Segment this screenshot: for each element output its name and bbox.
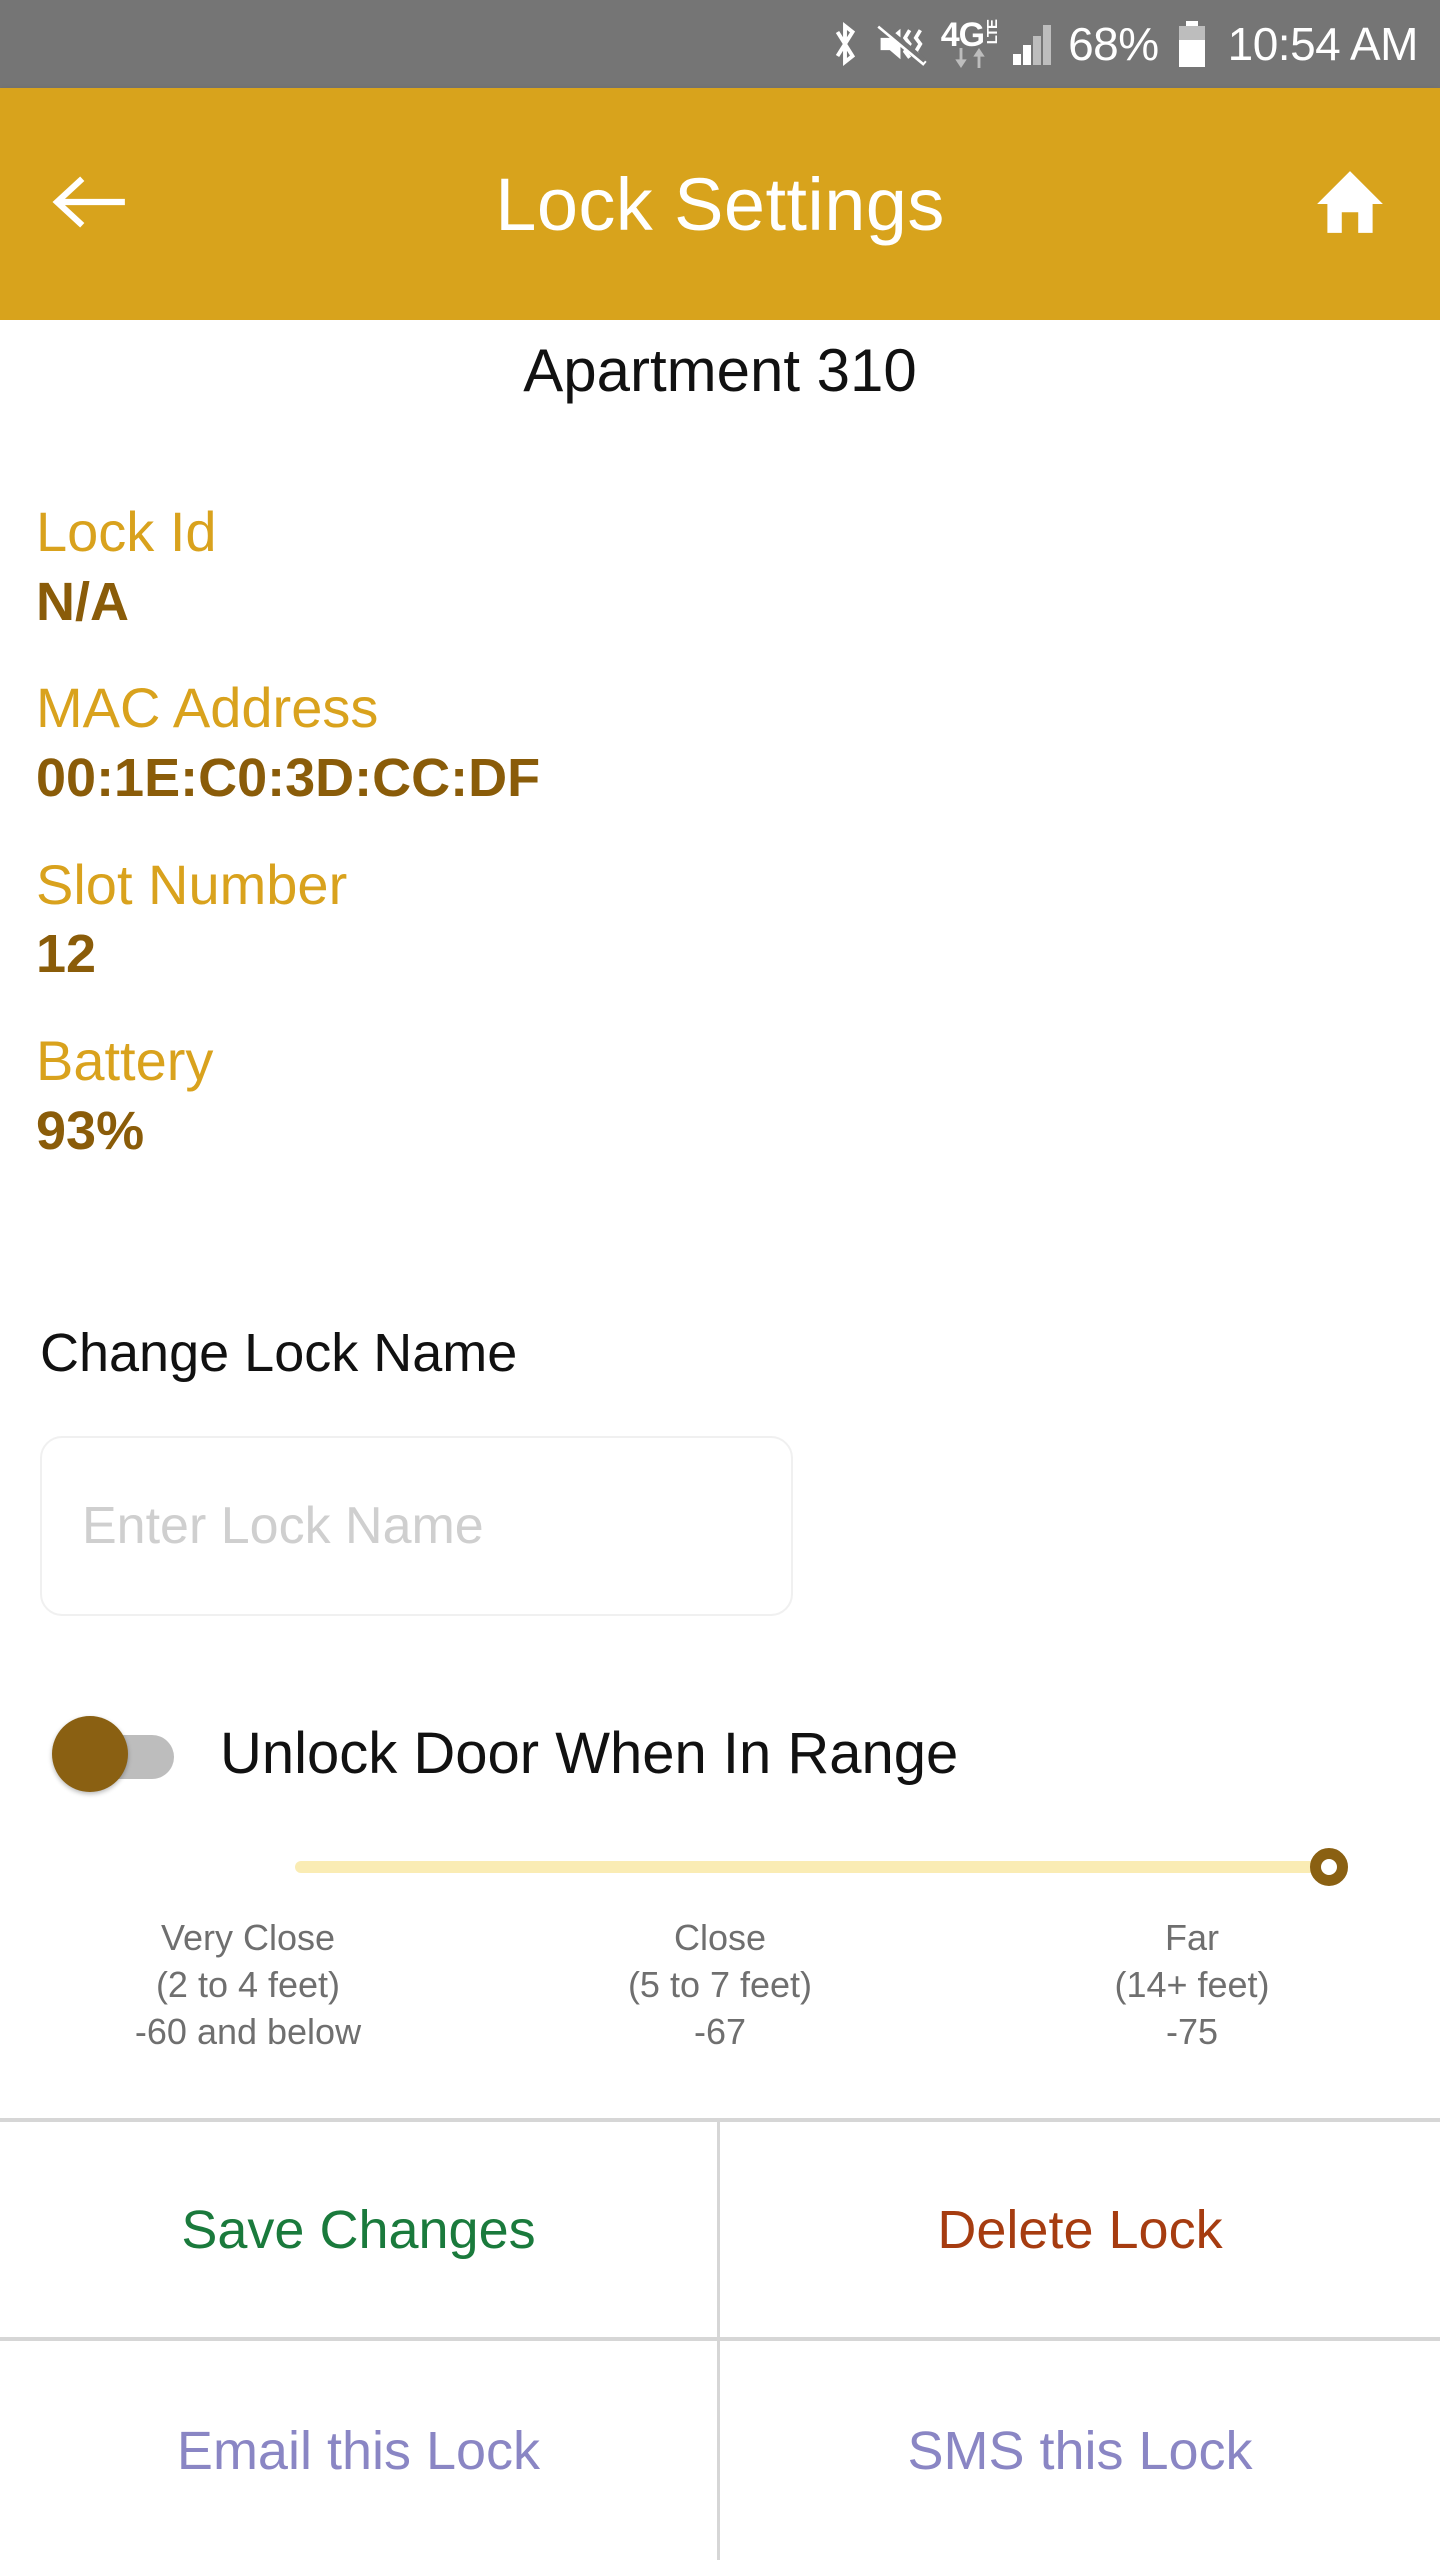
range-title: Close [673, 1917, 767, 1959]
save-changes-button[interactable]: Save Changes [0, 2122, 720, 2341]
bluetooth-icon [827, 19, 863, 69]
unlock-in-range-toggle[interactable] [52, 1715, 174, 1792]
lock-name-title: Apartment 310 [523, 337, 917, 404]
lock-id-label: Lock Id [36, 500, 217, 563]
page-title: Lock Settings [495, 162, 945, 246]
mac-address-value: 00:1E:C0:3D:CC:DF [36, 747, 541, 808]
range-legend-close: Close (5 to 7 feet) -67 [484, 1915, 956, 2055]
info-row-slot-number: Slot Number 12 [36, 852, 1440, 986]
range-slider[interactable] [0, 1831, 1440, 1901]
range-title: Far [1165, 1917, 1219, 1959]
back-button[interactable] [0, 171, 180, 238]
info-row-mac-address: MAC Address 00:1E:C0:3D:CC:DF [36, 677, 1440, 809]
battery-label: Battery [36, 1028, 214, 1092]
battery-icon [1178, 21, 1205, 67]
range-title: Very Close [160, 1917, 336, 1959]
range-rssi: -60 and below [134, 2010, 362, 2052]
vibrate-mute-icon [876, 20, 928, 68]
network-type-icon: 4G LTE [940, 15, 1002, 69]
unlock-in-range-label: Unlock Door When In Range [220, 1721, 959, 1787]
slot-number-label: Slot Number [36, 852, 348, 916]
battery-value: 93% [36, 1100, 145, 1161]
arrow-left-icon [51, 171, 129, 238]
network-sub-label: LTE [984, 19, 1002, 44]
change-lock-name-heading: Change Lock Name [40, 1323, 518, 1384]
battery-percent-label: 68% [1068, 18, 1159, 70]
range-distance: (2 to 4 feet) [155, 1963, 341, 2005]
range-rssi: -75 [1165, 2010, 1219, 2052]
range-distance: (5 to 7 feet) [627, 1963, 813, 2005]
app-bar: Lock Settings [0, 88, 1440, 320]
home-button[interactable] [1260, 167, 1440, 242]
network-type-label: 4G [940, 15, 985, 54]
delete-lock-button[interactable]: Delete Lock [720, 2122, 1440, 2341]
info-row-battery: Battery 93% [36, 1028, 1440, 1162]
slot-number-value: 12 [36, 924, 97, 985]
signal-bars-icon [1013, 23, 1052, 65]
action-button-grid: Save Changes Delete Lock Email this Lock… [0, 2118, 1440, 2560]
info-row-lock-id: Lock Id N/A [36, 500, 1440, 633]
toggle-thumb [52, 1715, 128, 1792]
range-slider-track[interactable] [295, 1861, 1335, 1874]
lock-name-input[interactable] [40, 1436, 793, 1617]
range-slider-thumb[interactable] [1310, 1848, 1348, 1887]
status-bar-icons: 4G LTE 68% 10:54 AM [827, 15, 1419, 70]
range-legend-very-close: Very Close (2 to 4 feet) -60 and below [12, 1915, 484, 2055]
lock-settings-screen: 4G LTE 68% 10:54 AM Lock Settings Apartm… [0, 0, 1440, 2560]
sms-lock-button[interactable]: SMS this Lock [720, 2341, 1440, 2560]
email-lock-button[interactable]: Email this Lock [0, 2341, 720, 2560]
lock-info-list: Lock Id N/A MAC Address 00:1E:C0:3D:CC:D… [0, 405, 1440, 1162]
content-area: Apartment 310 Lock Id N/A MAC Address 00… [0, 320, 1440, 2104]
clock-label: 10:54 AM [1227, 18, 1419, 70]
range-legend-far: Far (14+ feet) -75 [956, 1915, 1428, 2055]
status-bar: 4G LTE 68% 10:54 AM [0, 0, 1440, 88]
home-icon [1313, 167, 1387, 242]
range-legend: Very Close (2 to 4 feet) -60 and below C… [0, 1915, 1440, 2055]
mac-address-label: MAC Address [36, 676, 379, 740]
range-rssi: -67 [693, 2010, 747, 2052]
range-distance: (14+ feet) [1114, 1963, 1270, 2005]
data-arrows-icon [953, 48, 987, 69]
lock-id-value: N/A [36, 571, 129, 632]
unlock-in-range-row: Unlock Door When In Range [0, 1616, 1440, 1792]
